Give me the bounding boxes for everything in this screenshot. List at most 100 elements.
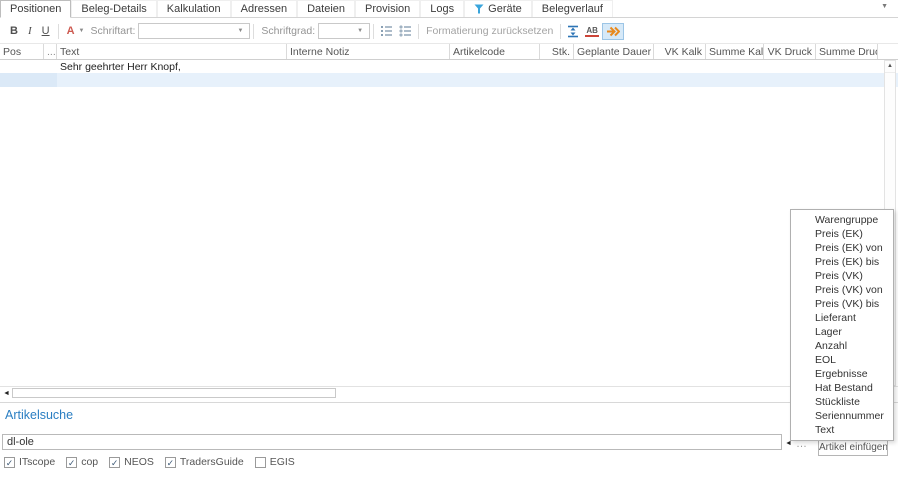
menu-item-preis-vk[interactable]: Preis (VK): [791, 269, 893, 283]
chevron-down-icon: ▼: [237, 28, 243, 34]
grid-header-row: Pos ... Text Interne Notiz Artikelcode S…: [0, 43, 898, 60]
horizontal-scrollbar[interactable]: ◄: [3, 388, 336, 398]
distribute-spacing-icon[interactable]: [564, 23, 582, 40]
tab-dateien[interactable]: Dateien: [297, 0, 355, 17]
menu-item-lager[interactable]: Lager: [791, 325, 893, 339]
checkbox-checked-icon[interactable]: ✓: [165, 457, 176, 468]
tab-bar: Positionen Beleg-Details Kalkulation Adr…: [0, 0, 898, 18]
column-header-text[interactable]: Text: [57, 44, 287, 59]
tab-overflow-button[interactable]: ▼: [881, 0, 898, 17]
italic-button[interactable]: I: [23, 23, 37, 39]
column-header-stk[interactable]: Stk.: [540, 44, 574, 59]
toolbar-separator: [418, 24, 419, 39]
tab-label: Provision: [365, 3, 410, 15]
checkbox-label: NEOS: [124, 456, 154, 468]
tab-label: Belegverlauf: [542, 3, 603, 15]
chevron-down-icon[interactable]: ▼: [79, 28, 85, 34]
checkbox-label: ITscope: [19, 456, 55, 468]
menu-item-text[interactable]: Text: [791, 423, 893, 437]
font-size-select[interactable]: ▼: [318, 23, 370, 39]
selected-row-indicator: [0, 73, 57, 87]
menu-item-seriennummer[interactable]: Seriennummer: [791, 409, 893, 423]
double-arrow-right-icon: [606, 26, 620, 37]
column-header-summe-druck[interactable]: Summe Druck: [816, 44, 878, 59]
column-header-interne-notiz[interactable]: Interne Notiz: [287, 44, 450, 59]
tab-beleg-details[interactable]: Beleg-Details: [71, 0, 156, 17]
horizontal-scrollbar-thumb[interactable]: [12, 388, 336, 398]
formatting-toolbar: B I U A ▼ Schriftart: ▼ Schriftgrad: ▼ F…: [0, 19, 898, 43]
tab-belegverlauf[interactable]: Belegverlauf: [532, 0, 613, 17]
bullet-list-icon[interactable]: [396, 24, 415, 38]
menu-item-preis-vk-von[interactable]: Preis (VK) von: [791, 283, 893, 297]
positions-grid: Pos ... Text Interne Notiz Artikelcode S…: [0, 43, 898, 387]
underline-button[interactable]: U: [37, 23, 55, 39]
menu-item-preis-ek-bis[interactable]: Preis (EK) bis: [791, 255, 893, 269]
article-search-title: Artikelsuche: [5, 408, 73, 422]
search-source-checkboxes: ✓ ITscope ✓ cop ✓ NEOS ✓ TradersGuide EG…: [4, 456, 295, 468]
tab-kalkulation[interactable]: Kalkulation: [157, 0, 231, 17]
menu-item-ergebnisse[interactable]: Ergebnisse: [791, 367, 893, 381]
input-scroll-left-icon[interactable]: ◄: [785, 440, 792, 448]
source-neos[interactable]: ✓ NEOS: [109, 456, 154, 468]
tab-label: Geräte: [488, 3, 522, 15]
section-divider: [0, 402, 898, 403]
column-header-stub: [878, 44, 898, 59]
font-color-button[interactable]: A: [62, 24, 77, 38]
tab-provision[interactable]: Provision: [355, 0, 420, 17]
checkbox-checked-icon[interactable]: ✓: [66, 457, 77, 468]
selected-row[interactable]: [0, 73, 898, 87]
menu-item-warengruppe[interactable]: Warengruppe: [791, 213, 893, 227]
menu-item-lieferant[interactable]: Lieferant: [791, 311, 893, 325]
bold-button[interactable]: B: [5, 23, 23, 39]
tab-geraete[interactable]: Geräte: [464, 0, 532, 17]
menu-item-preis-ek-von[interactable]: Preis (EK) von: [791, 241, 893, 255]
table-row[interactable]: Sehr geehrter Herr Knopf,: [0, 60, 898, 73]
article-search-input[interactable]: [2, 434, 782, 450]
tab-label: Dateien: [307, 3, 345, 15]
source-egis[interactable]: EGIS: [255, 456, 295, 468]
column-header-pos[interactable]: Pos: [0, 44, 44, 59]
column-header-vk-druck[interactable]: VK Druck: [764, 44, 816, 59]
checkbox-checked-icon[interactable]: ✓: [109, 457, 120, 468]
font-family-label: Schriftart:: [90, 25, 135, 37]
menu-item-hat-bestand[interactable]: Hat Bestand: [791, 381, 893, 395]
menu-item-eol[interactable]: EOL: [791, 353, 893, 367]
source-tradersguide[interactable]: ✓ TradersGuide: [165, 456, 244, 468]
checkbox-label: TradersGuide: [180, 456, 244, 468]
tab-label: Positionen: [10, 3, 61, 15]
column-header-artikelcode[interactable]: Artikelcode: [450, 44, 540, 59]
menu-item-anzahl[interactable]: Anzahl: [791, 339, 893, 353]
font-family-select[interactable]: ▼: [138, 23, 250, 39]
checkbox-unchecked-icon[interactable]: [255, 457, 266, 468]
source-cop[interactable]: ✓ cop: [66, 456, 98, 468]
checkbox-checked-icon[interactable]: ✓: [4, 457, 15, 468]
checkbox-label: EGIS: [270, 456, 295, 468]
column-header-vk-kalk[interactable]: VK Kalk: [654, 44, 706, 59]
filter-context-menu: Warengruppe Preis (EK) Preis (EK) von Pr…: [790, 209, 894, 441]
insert-article-button[interactable]: Artikel einfügen: [818, 439, 888, 456]
tab-logs[interactable]: Logs: [420, 0, 464, 17]
checkbox-label: cop: [81, 456, 98, 468]
column-header-summe-kalk[interactable]: Summe Kalk: [706, 44, 764, 59]
tab-adressen[interactable]: Adressen: [231, 0, 297, 17]
scroll-left-button[interactable]: ◄: [3, 389, 10, 398]
spellcheck-icon[interactable]: AB: [582, 24, 602, 39]
font-size-label: Schriftgrad:: [261, 25, 315, 37]
tab-label: Kalkulation: [167, 3, 221, 15]
menu-item-stueckliste[interactable]: Stückliste: [791, 395, 893, 409]
clear-formatting-button[interactable]: Formatierung zurücksetzen: [422, 25, 557, 37]
tab-label: Adressen: [241, 3, 287, 15]
column-header-dots[interactable]: ...: [44, 44, 57, 59]
scroll-up-button[interactable]: ▲: [885, 61, 895, 73]
arrow-up-icon: ▲: [887, 63, 893, 69]
funnel-icon: [474, 4, 484, 14]
numbered-list-icon[interactable]: [377, 24, 396, 38]
tab-label: Beleg-Details: [81, 3, 146, 15]
menu-item-preis-vk-bis[interactable]: Preis (VK) bis: [791, 297, 893, 311]
tab-positionen[interactable]: Positionen: [0, 0, 71, 18]
source-itscope[interactable]: ✓ ITscope: [4, 456, 55, 468]
forward-arrow-toggle[interactable]: [602, 23, 624, 40]
tab-label: Logs: [430, 3, 454, 15]
column-header-geplante-dauer[interactable]: Geplante Dauer: [574, 44, 654, 59]
menu-item-preis-ek[interactable]: Preis (EK): [791, 227, 893, 241]
